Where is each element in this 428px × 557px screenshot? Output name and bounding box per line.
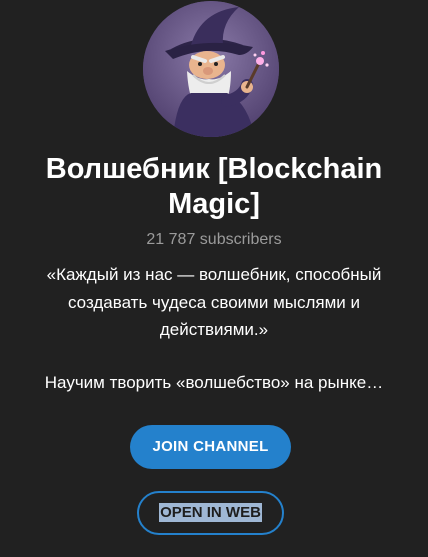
subscriber-count: 21 787 subscribers — [146, 231, 282, 248]
open-in-web-label: OPEN IN WEB — [159, 503, 262, 522]
wizard-avatar-icon — [143, 1, 279, 137]
channel-description-line: Научим творить «волшебство» на рынке… — [44, 373, 384, 392]
open-in-web-button[interactable]: OPEN IN WEB — [137, 491, 284, 535]
channel-description-quote: «Каждый из нас — волшебник, способный со… — [46, 265, 382, 339]
join-channel-button[interactable]: JOIN CHANNEL — [130, 425, 291, 469]
channel-preview: Волшебник [Blockchain Magic] 21 787 subs… — [0, 0, 428, 557]
channel-title: Волшебник [Blockchain Magic] — [45, 153, 383, 220]
channel-avatar — [143, 1, 279, 137]
